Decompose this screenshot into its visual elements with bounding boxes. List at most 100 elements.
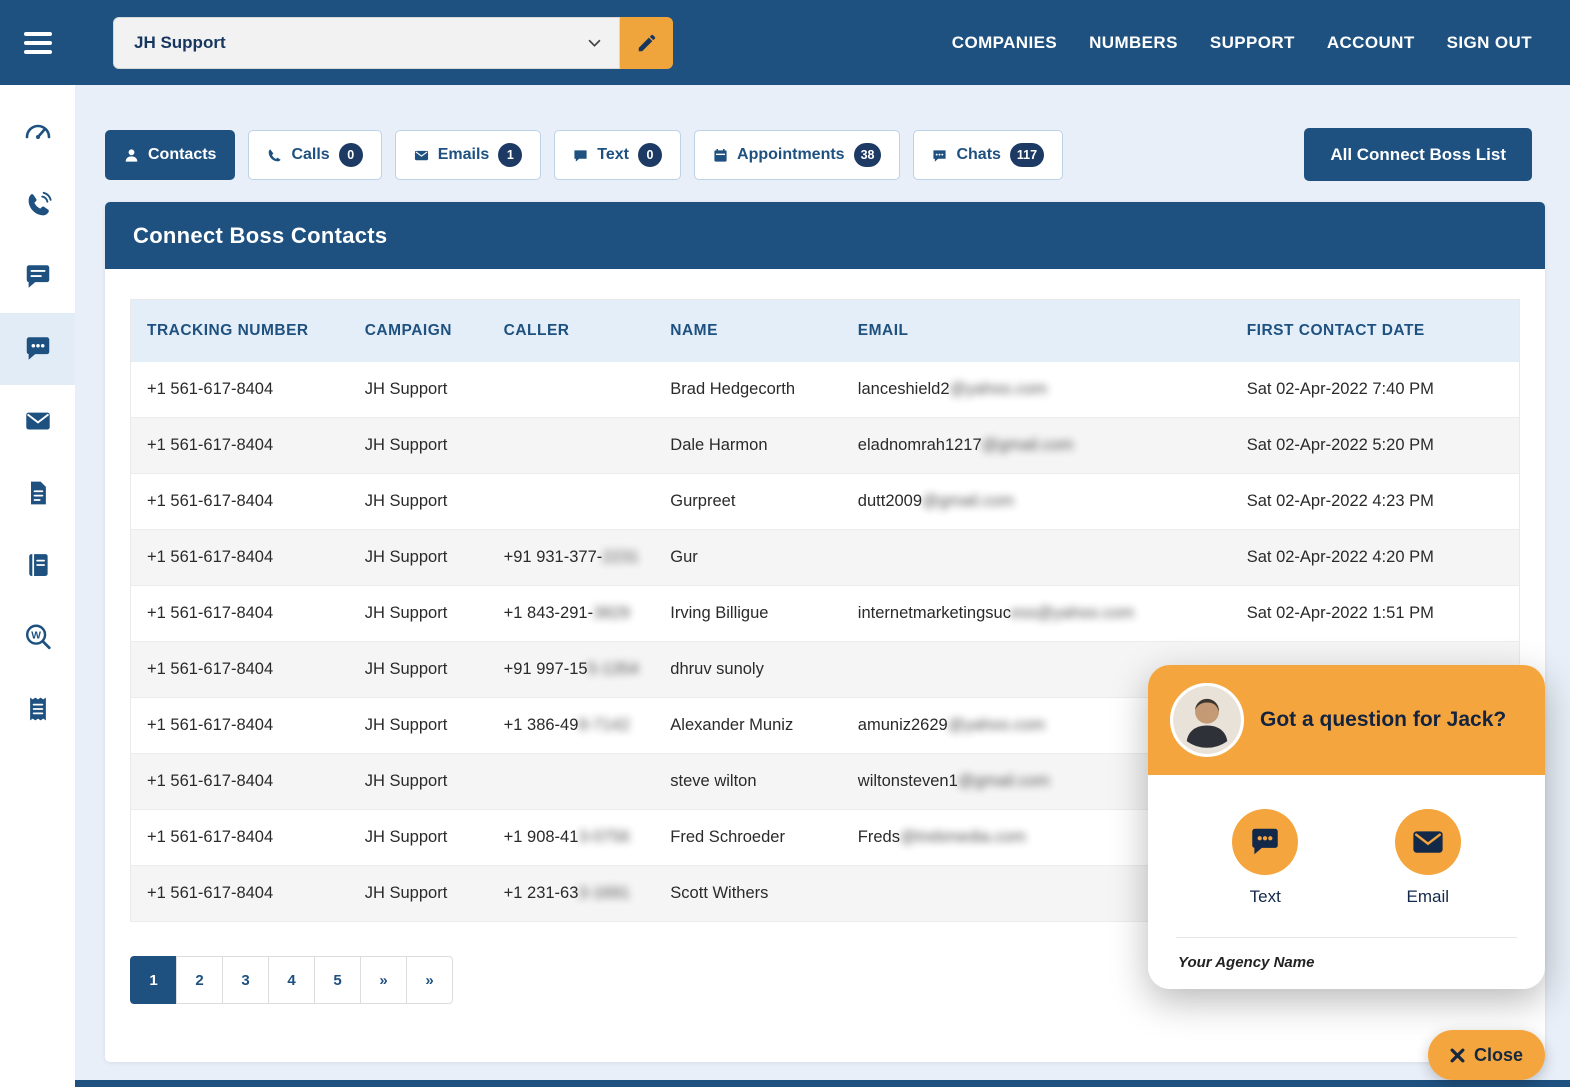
email-blurred: @yahoo.com xyxy=(948,716,1045,734)
cell-date: Sat 02-Apr-2022 1:51 PM xyxy=(1235,586,1520,642)
page-1[interactable]: 1 xyxy=(130,956,177,1004)
tab-label: Chats xyxy=(956,146,1000,164)
envelope-icon xyxy=(1410,824,1446,860)
cell-campaign: JH Support xyxy=(353,362,492,418)
tab-badge: 38 xyxy=(854,143,882,167)
edit-company-button[interactable] xyxy=(620,17,673,69)
cell-caller xyxy=(492,754,659,810)
cell-campaign: JH Support xyxy=(353,642,492,698)
sidebar-item-texts[interactable] xyxy=(0,313,75,385)
chat-text-action[interactable]: Text xyxy=(1232,809,1298,907)
cell-caller: +91 997-155-1354 xyxy=(492,642,659,698)
hamburger-menu-button[interactable] xyxy=(0,0,75,85)
email-blurred: @gmail.com xyxy=(982,436,1074,454)
caller-blurred: 8-7142 xyxy=(578,716,629,734)
envelope-icon xyxy=(23,406,53,436)
page-2[interactable]: 2 xyxy=(176,956,223,1004)
pencil-icon xyxy=(636,32,658,54)
gauge-icon xyxy=(22,117,54,149)
cell-campaign: JH Support xyxy=(353,866,492,922)
cell-tracking: +1 561-617-8404 xyxy=(131,810,353,866)
tab-chats[interactable]: Chats 117 xyxy=(913,130,1063,180)
word-search-icon: W xyxy=(23,622,53,652)
sidebar-item-calls[interactable] xyxy=(0,169,75,241)
cell-name: Gur xyxy=(658,530,846,586)
cell-tracking: +1 561-617-8404 xyxy=(131,362,353,418)
all-connect-boss-list-button[interactable]: All Connect Boss List xyxy=(1304,128,1532,181)
company-select[interactable]: JH Support xyxy=(113,17,620,69)
caller-visible: +1 386-49 xyxy=(504,716,579,734)
column-header-caller: CALLER xyxy=(492,300,659,363)
chat-close-button[interactable]: Close xyxy=(1428,1030,1545,1080)
caller-blurred: 3-1691 xyxy=(578,884,629,902)
cell-campaign: JH Support xyxy=(353,754,492,810)
email-blurred: ess@yahoo.com xyxy=(1011,604,1134,622)
sidebar-item-chats[interactable] xyxy=(0,241,75,313)
nav-account[interactable]: ACCOUNT xyxy=(1327,33,1415,53)
cell-tracking: +1 561-617-8404 xyxy=(131,586,353,642)
column-header-first-contact-date: FIRST CONTACT DATE xyxy=(1235,300,1520,363)
cell-name: Brad Hedgecorth xyxy=(658,362,846,418)
cell-date: Sat 02-Apr-2022 7:40 PM xyxy=(1235,362,1520,418)
footer-strip xyxy=(75,1080,1570,1087)
nav-support[interactable]: SUPPORT xyxy=(1210,33,1295,53)
cell-campaign: JH Support xyxy=(353,530,492,586)
hamburger-icon xyxy=(24,32,52,36)
cell-name: steve wilton xyxy=(658,754,846,810)
nav-numbers[interactable]: NUMBERS xyxy=(1089,33,1178,53)
tab-label: Calls xyxy=(291,146,329,164)
tab-contacts[interactable]: Contacts xyxy=(105,130,235,180)
sidebar-item-keyword-search[interactable]: W xyxy=(0,601,75,673)
table-header-row: TRACKING NUMBER CAMPAIGN CALLER NAME EMA… xyxy=(131,300,1520,363)
chat-widget: Got a question for Jack? Text xyxy=(1148,665,1545,989)
tab-text[interactable]: Text 0 xyxy=(554,130,681,180)
email-visible: internetmarketingsuc xyxy=(858,604,1011,622)
book-icon xyxy=(24,551,52,579)
cell-name: Irving Billigue xyxy=(658,586,846,642)
caller-blurred: 3-0756 xyxy=(578,828,629,846)
cell-campaign: JH Support xyxy=(353,474,492,530)
caller-visible: +91 997-15 xyxy=(504,660,588,678)
page-5[interactable]: 5 xyxy=(314,956,361,1004)
page-last[interactable]: » xyxy=(406,956,453,1004)
tab-calls[interactable]: Calls 0 xyxy=(248,130,381,180)
cell-name: Alexander Muniz xyxy=(658,698,846,754)
tab-badge: 117 xyxy=(1010,143,1044,167)
caller-visible: +1 843-291- xyxy=(504,604,593,622)
phone-icon xyxy=(267,148,282,163)
cell-caller: +91 931-377-2231 xyxy=(492,530,659,586)
panel-title: Connect Boss Contacts xyxy=(133,223,387,249)
page-4[interactable]: 4 xyxy=(268,956,315,1004)
cell-tracking: +1 561-617-8404 xyxy=(131,642,353,698)
tab-label: Emails xyxy=(438,146,490,164)
table-row: +1 561-617-8404 JH Support Brad Hedgecor… xyxy=(131,362,1520,418)
page-3[interactable]: 3 xyxy=(222,956,269,1004)
caller-blurred: 2231 xyxy=(602,548,639,566)
sidebar-item-contact-book[interactable] xyxy=(0,529,75,601)
tab-appointments[interactable]: Appointments 38 xyxy=(694,130,900,180)
sms-icon xyxy=(573,148,588,163)
sidebar-item-receipts[interactable] xyxy=(0,673,75,745)
phone-icon xyxy=(23,190,53,220)
page-next[interactable]: » xyxy=(360,956,407,1004)
table-row: +1 561-617-8404 JH Support Dale Harmon e… xyxy=(131,418,1520,474)
sidebar-item-emails[interactable] xyxy=(0,385,75,457)
nav-companies[interactable]: COMPANIES xyxy=(952,33,1057,53)
sidebar: W xyxy=(0,85,75,1087)
panel-header: Connect Boss Contacts xyxy=(105,202,1545,269)
nav-sign-out[interactable]: SIGN OUT xyxy=(1447,33,1532,53)
tab-badge: 0 xyxy=(638,143,662,167)
cell-tracking: +1 561-617-8404 xyxy=(131,754,353,810)
sidebar-item-dashboard[interactable] xyxy=(0,97,75,169)
chevron-down-icon xyxy=(588,39,601,47)
calendar-icon xyxy=(713,148,728,163)
caller-visible: +1 231-63 xyxy=(504,884,579,902)
cell-email: internetmarketingsucess@yahoo.com xyxy=(846,586,1235,642)
receipt-icon xyxy=(24,695,52,723)
cell-tracking: +1 561-617-8404 xyxy=(131,418,353,474)
cell-caller: +1 908-413-0756 xyxy=(492,810,659,866)
sidebar-item-documents[interactable] xyxy=(0,457,75,529)
chat-email-action[interactable]: Email xyxy=(1395,809,1461,907)
tab-emails[interactable]: Emails 1 xyxy=(395,130,542,180)
cell-campaign: JH Support xyxy=(353,418,492,474)
